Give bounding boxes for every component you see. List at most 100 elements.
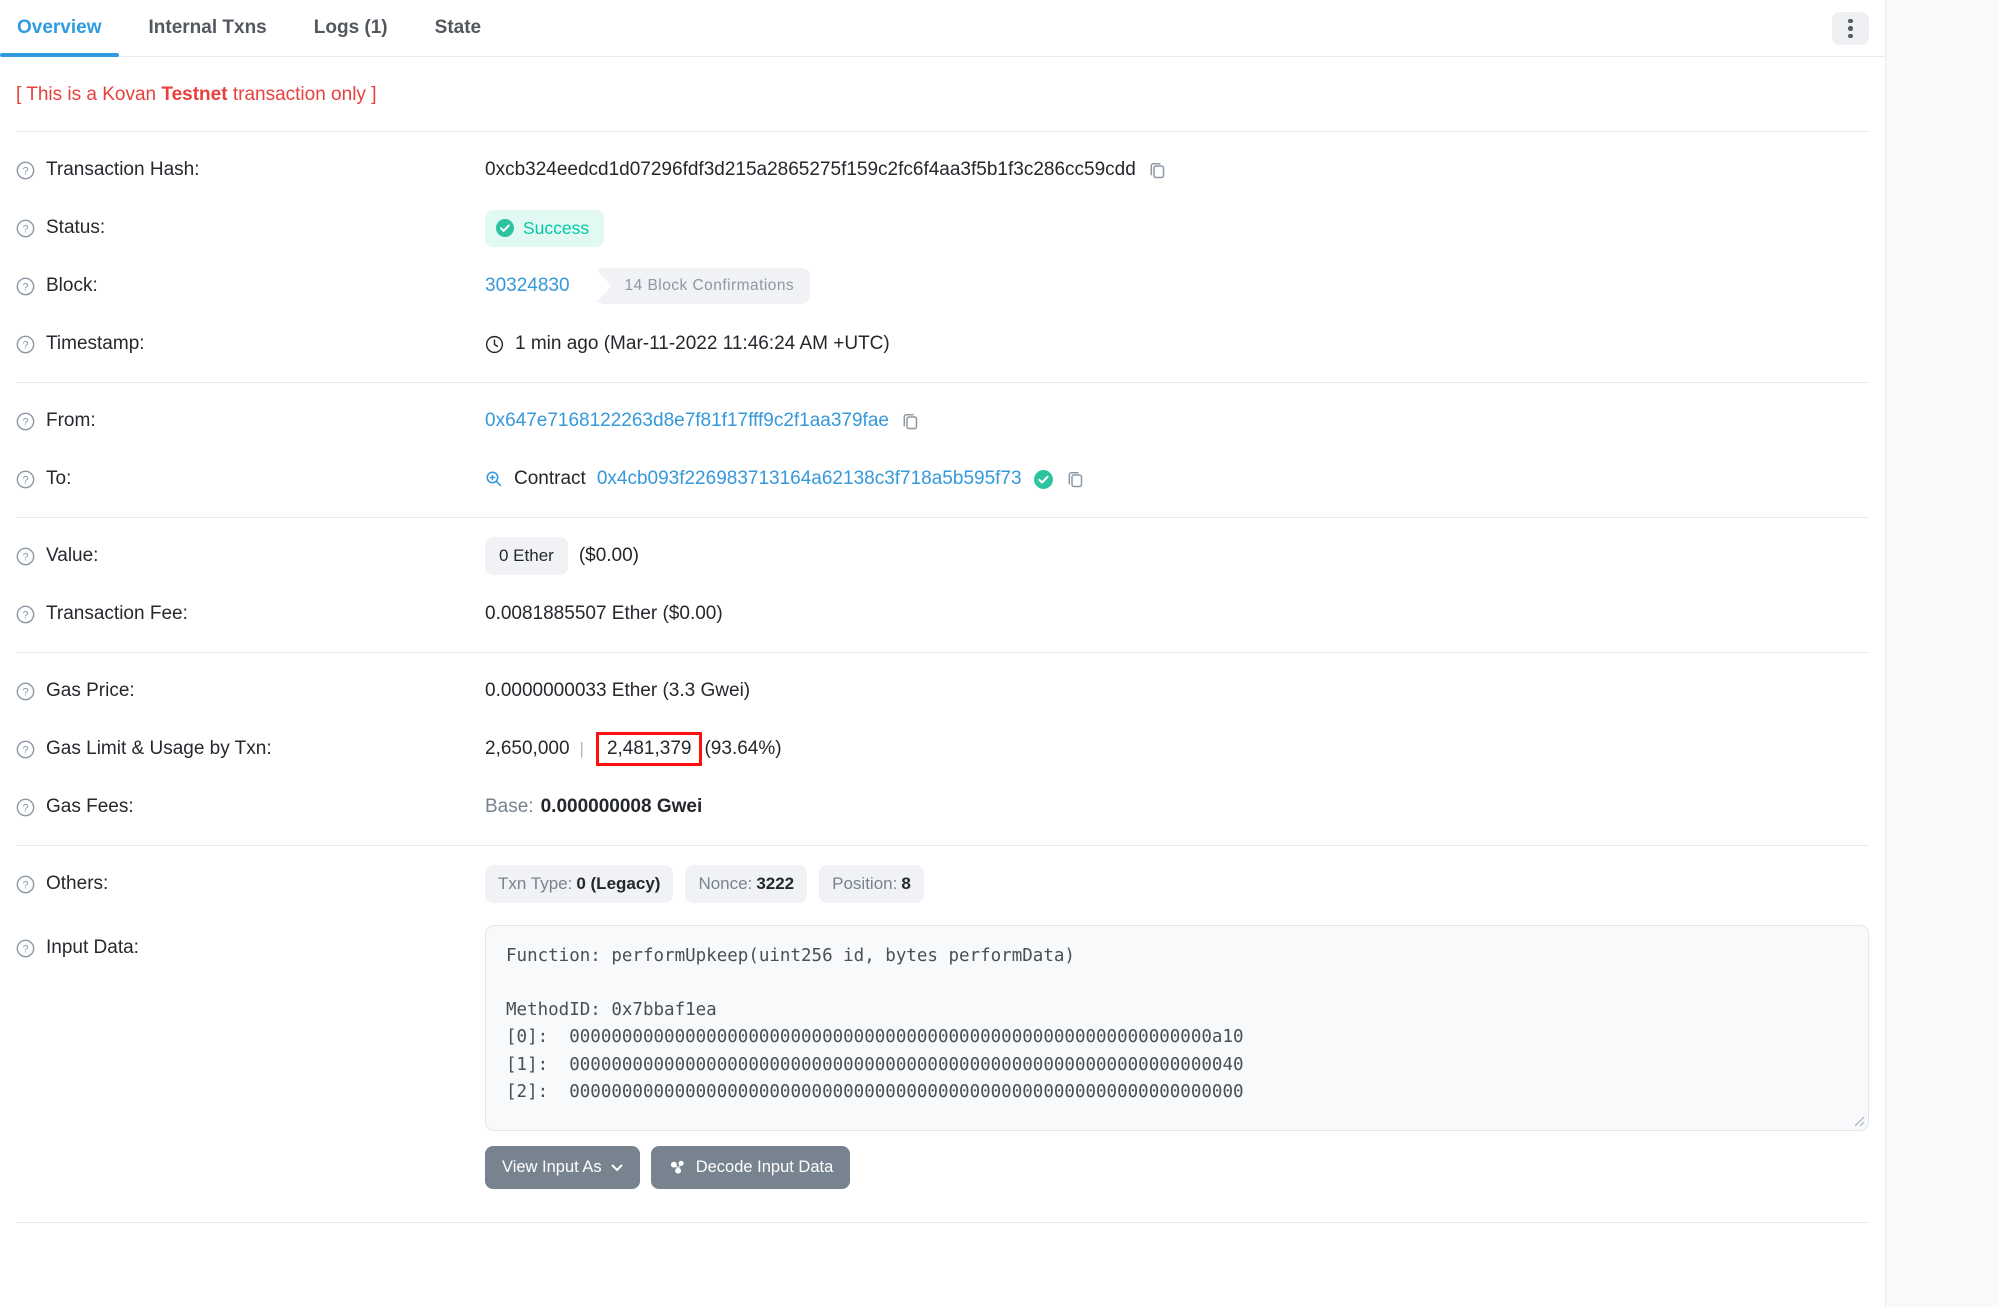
block-confirmations-badge: 14 Block Confirmations <box>595 268 811 304</box>
status-label: Status: <box>46 217 105 239</box>
copy-icon[interactable] <box>1065 469 1085 489</box>
testnet-notice: [ This is a Kovan Testnet transaction on… <box>16 57 1869 131</box>
tab-overview[interactable]: Overview <box>0 0 119 56</box>
section-overview-main: ? Transaction Hash: 0xcb324eedcd1d07296f… <box>16 132 1869 382</box>
section-gas: ? Gas Price: 0.0000000033 Ether (3.3 Gwe… <box>16 653 1869 845</box>
help-icon[interactable]: ? <box>16 412 35 431</box>
transaction-fee-label: Transaction Fee: <box>46 603 188 625</box>
svg-text:?: ? <box>22 609 28 621</box>
row-gas-limit-usage: ? Gas Limit & Usage by Txn: 2,650,000 | … <box>16 720 1869 778</box>
tab-logs[interactable]: Logs (1) <box>297 0 405 56</box>
row-timestamp: ? Timestamp: 1 min ago (Mar-11-2022 11:4… <box>16 315 1869 373</box>
help-icon[interactable]: ? <box>16 277 35 296</box>
from-address-link[interactable]: 0x647e7168122263d8e7f81f17fff9c2f1aa379f… <box>485 410 889 432</box>
position-badge: Position:8 <box>819 865 924 903</box>
svg-text:?: ? <box>22 165 28 177</box>
transaction-hash-label: Transaction Hash: <box>46 159 199 181</box>
txn-type-badge: Txn Type:0 (Legacy) <box>485 865 673 903</box>
section-value-fee: ? Value: 0 Ether ($0.00) ? Transaction F… <box>16 518 1869 652</box>
help-icon[interactable]: ? <box>16 605 35 624</box>
input-data-content: Function: performUpkeep(uint256 id, byte… <box>506 943 1848 1106</box>
tab-state[interactable]: State <box>418 0 498 56</box>
row-value: ? Value: 0 Ether ($0.00) <box>16 527 1869 585</box>
gas-fees-label: Gas Fees: <box>46 796 134 818</box>
chevron-down-icon <box>611 1164 623 1172</box>
transaction-fee-value: 0.0081885507 Ether ($0.00) <box>485 603 723 625</box>
gas-used-percent: (93.64%) <box>704 738 781 760</box>
from-label: From: <box>46 410 96 432</box>
svg-text:?: ? <box>22 744 28 756</box>
zoom-in-icon[interactable] <box>485 470 503 488</box>
view-input-as-button[interactable]: View Input As <box>485 1146 640 1189</box>
help-icon[interactable]: ? <box>16 939 35 958</box>
svg-text:?: ? <box>22 339 28 351</box>
to-contract-word: Contract <box>514 468 586 490</box>
gas-used-value: 2,481,379 <box>607 738 692 759</box>
testnet-notice-emphasis: Testnet <box>161 84 227 105</box>
svg-text:?: ? <box>22 223 28 235</box>
block-label: Block: <box>46 275 98 297</box>
svg-text:?: ? <box>22 416 28 428</box>
help-icon[interactable]: ? <box>16 161 35 180</box>
to-label: To: <box>46 468 71 490</box>
gas-separator: | <box>580 739 584 759</box>
section-addresses: ? From: 0x647e7168122263d8e7f81f17fff9c2… <box>16 383 1869 517</box>
copy-icon[interactable] <box>1147 160 1167 180</box>
gas-limit-usage-label: Gas Limit & Usage by Txn: <box>46 738 272 760</box>
gas-price-label: Gas Price: <box>46 680 135 702</box>
help-icon[interactable]: ? <box>16 740 35 759</box>
copy-icon[interactable] <box>900 411 920 431</box>
help-icon[interactable]: ? <box>16 798 35 817</box>
svg-text:?: ? <box>22 281 28 293</box>
section-others-input: ? Others: Txn Type:0 (Legacy) Nonce:3222… <box>16 846 1869 1222</box>
row-from: ? From: 0x647e7168122263d8e7f81f17fff9c2… <box>16 392 1869 450</box>
timestamp-label: Timestamp: <box>46 333 145 355</box>
status-badge: Success <box>485 210 604 247</box>
row-block: ? Block: 30324830 14 Block Confirmations <box>16 257 1869 315</box>
svg-text:?: ? <box>22 551 28 563</box>
help-icon[interactable]: ? <box>16 875 35 894</box>
verified-icon <box>1033 469 1054 490</box>
input-data-label: Input Data: <box>46 937 139 959</box>
vertical-ellipsis-icon <box>1848 19 1853 24</box>
clock-icon <box>485 335 504 354</box>
tab-bar: Overview Internal Txns Logs (1) State <box>0 0 1885 57</box>
row-gas-fees: ? Gas Fees: Base: 0.000000008 Gwei <box>16 778 1869 836</box>
row-transaction-hash: ? Transaction Hash: 0xcb324eedcd1d07296f… <box>16 141 1869 199</box>
tab-internal-txns[interactable]: Internal Txns <box>132 0 284 56</box>
help-icon[interactable]: ? <box>16 547 35 566</box>
to-address-link[interactable]: 0x4cb093f226983713164a62138c3f718a5b595f… <box>597 468 1022 490</box>
success-check-icon <box>495 218 515 238</box>
help-icon[interactable]: ? <box>16 682 35 701</box>
value-fiat: ($0.00) <box>579 545 639 567</box>
row-input-data: ? Input Data: Function: performUpkeep(ui… <box>16 921 1869 1213</box>
input-data-box[interactable]: Function: performUpkeep(uint256 id, byte… <box>485 925 1869 1131</box>
row-transaction-fee: ? Transaction Fee: 0.0081885507 Ether ($… <box>16 585 1869 643</box>
resize-grip-icon[interactable] <box>1852 1114 1865 1127</box>
transaction-hash-value: 0xcb324eedcd1d07296fdf3d215a2865275f159c… <box>485 159 1136 181</box>
help-icon[interactable]: ? <box>16 335 35 354</box>
svg-text:?: ? <box>22 802 28 814</box>
row-others: ? Others: Txn Type:0 (Legacy) Nonce:3222… <box>16 855 1869 913</box>
gas-used-annotation-box: 2,481,379 <box>596 732 703 766</box>
svg-text:?: ? <box>22 879 28 891</box>
transaction-details-card: Overview Internal Txns Logs (1) State [ … <box>0 0 1886 1307</box>
row-to: ? To: Contract 0x4cb093f226983713164a621… <box>16 450 1869 508</box>
help-icon[interactable]: ? <box>16 470 35 489</box>
ether-value-badge: 0 Ether <box>485 537 568 575</box>
input-data-actions: View Input As Decode Input Data <box>485 1146 1869 1213</box>
block-number-link[interactable]: 30324830 <box>485 275 570 297</box>
svg-text:?: ? <box>22 943 28 955</box>
timestamp-value: 1 min ago (Mar-11-2022 11:46:24 AM +UTC) <box>515 333 890 355</box>
nonce-badge: Nonce:3222 <box>685 865 807 903</box>
row-gas-price: ? Gas Price: 0.0000000033 Ether (3.3 Gwe… <box>16 662 1869 720</box>
more-options-button[interactable] <box>1832 12 1869 45</box>
others-label: Others: <box>46 873 108 895</box>
gas-fees-base-label: Base: <box>485 796 534 818</box>
help-icon[interactable]: ? <box>16 219 35 238</box>
decode-input-data-button[interactable]: Decode Input Data <box>651 1146 851 1189</box>
decode-icon <box>668 1158 687 1177</box>
value-label: Value: <box>46 545 98 567</box>
svg-text:?: ? <box>22 474 28 486</box>
gas-fees-base-value: 0.000000008 Gwei <box>541 796 703 818</box>
